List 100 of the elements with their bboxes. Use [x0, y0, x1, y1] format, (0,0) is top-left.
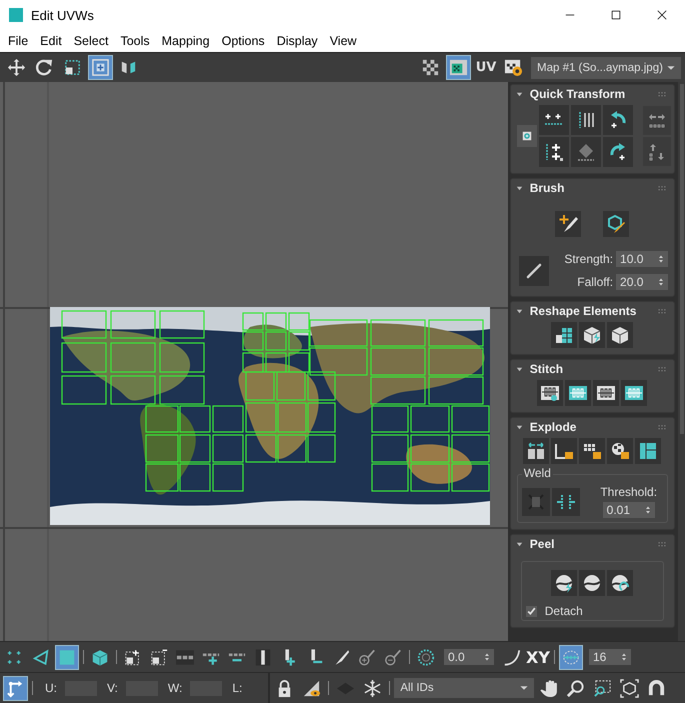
split-icon [526, 441, 546, 461]
rotate-left-button[interactable] [602, 105, 633, 135]
spinner-field[interactable]: 0.01 [602, 502, 655, 518]
collapse-icon[interactable] [514, 364, 524, 374]
blocks-button[interactable] [551, 322, 578, 348]
peel-button[interactable] [579, 570, 606, 596]
cube-brush-button[interactable] [603, 211, 630, 237]
map-settings-icon [504, 58, 523, 77]
lines-button[interactable] [570, 105, 601, 135]
weld-button[interactable] [552, 488, 580, 516]
rollout-title[interactable]: Brush [530, 181, 564, 195]
edge-icon [554, 441, 574, 461]
spacing-button[interactable] [642, 106, 671, 135]
peel-button[interactable] [551, 570, 578, 596]
menu-item[interactable]: Tools [114, 34, 156, 48]
target-button[interactable] [516, 125, 537, 147]
scrollbar[interactable] [678, 82, 685, 641]
id-dropdown[interactable]: All IDs [394, 678, 534, 698]
menu-item[interactable]: Display [270, 34, 324, 48]
transform-button[interactable] [3, 676, 28, 700]
align-button[interactable] [538, 137, 569, 167]
collapse-icon[interactable] [514, 184, 524, 192]
collapse-icon[interactable] [514, 90, 524, 98]
menu-item[interactable]: View [324, 34, 363, 48]
circle-icon [417, 648, 435, 666]
grid-button[interactable] [579, 438, 606, 464]
field-label: U: [45, 681, 57, 695]
stitch-button[interactable] [537, 380, 564, 406]
stitch-button[interactable] [621, 380, 648, 406]
rollout-title[interactable]: Quick Transform [530, 87, 626, 101]
stitch-icon [596, 383, 616, 403]
rollout-title[interactable]: Peel [530, 537, 554, 551]
menu-item[interactable]: Options [216, 34, 271, 48]
grip-icon [656, 540, 668, 548]
checker-icon [421, 58, 440, 77]
window-title: Edit UVWs [31, 8, 94, 22]
stitch-button[interactable] [593, 380, 620, 406]
brush-grow-icon [358, 648, 376, 666]
brush-shrink-icon [384, 648, 402, 666]
cube-button[interactable] [579, 322, 606, 348]
spacing-icon [646, 142, 667, 162]
transform-icon [6, 678, 25, 698]
collapse-icon[interactable] [514, 306, 524, 316]
brush-button[interactable] [555, 211, 582, 237]
rotate-right-button[interactable] [602, 137, 633, 167]
diamond-icon [576, 142, 596, 162]
collapse-icon[interactable] [514, 422, 524, 432]
snowflake-icon [363, 678, 382, 698]
checkbox-label: Detach [544, 604, 583, 618]
peel-button[interactable] [607, 570, 634, 596]
grip-icon [656, 184, 668, 192]
grip-icon [656, 365, 668, 373]
field-label: W: [168, 681, 182, 695]
uv-button[interactable]: UV [474, 55, 498, 80]
cube-icon [91, 648, 109, 666]
align-icon [544, 142, 564, 162]
app-icon [9, 8, 23, 22]
menu-item[interactable]: Select [68, 34, 114, 48]
spinner-field[interactable]: 20.0 [616, 274, 668, 290]
zoom-region-icon [593, 678, 612, 698]
texture-button[interactable] [446, 55, 471, 80]
scale-icon [63, 58, 82, 77]
spinner-field[interactable]: 10.0 [616, 251, 668, 267]
peel-icon [582, 573, 602, 593]
menu-item[interactable]: Mapping [156, 34, 216, 48]
split-button[interactable] [523, 438, 550, 464]
panels-button[interactable] [635, 438, 662, 464]
spinner-field[interactable]: 16 [589, 649, 631, 665]
menu-item[interactable]: Edit [34, 34, 68, 48]
checkbox[interactable] [526, 606, 537, 616]
rollout-title[interactable]: Stitch [530, 362, 564, 376]
rollout-title[interactable]: Reshape Elements [530, 304, 636, 318]
axis-button[interactable]: XY [526, 644, 550, 670]
stitch-icon [540, 383, 560, 403]
edge-button[interactable] [551, 438, 578, 464]
weld-icon [526, 492, 546, 512]
cube-icon [610, 325, 630, 345]
map-dropdown[interactable]: Map #1 (So...aymap.jpg) [531, 56, 681, 78]
hand-icon [539, 678, 558, 698]
menu-item[interactable]: File [2, 34, 34, 48]
field-label: Threshold: [600, 485, 658, 499]
rollout-title[interactable]: Explode [530, 420, 576, 434]
stitch-icon [568, 383, 588, 403]
spinner-field[interactable]: 0.0 [444, 649, 494, 665]
spacing-button[interactable] [642, 137, 671, 166]
checker-button[interactable] [607, 438, 634, 464]
blocks-icon [554, 325, 574, 345]
magnet-icon [647, 678, 666, 698]
zoom-icon [566, 678, 586, 698]
triangle-icon [32, 648, 50, 666]
grip-icon [656, 307, 668, 315]
spinner-arrows-icon[interactable] [482, 651, 492, 663]
align-button[interactable] [538, 105, 569, 135]
spinner-arrows-icon[interactable] [619, 651, 629, 663]
cube-button[interactable] [607, 322, 634, 348]
collapse-icon[interactable] [514, 540, 524, 548]
field-label: L: [232, 681, 242, 695]
stitch-icon [624, 383, 644, 403]
line-button[interactable] [518, 256, 549, 286]
stitch-button[interactable] [565, 380, 592, 406]
